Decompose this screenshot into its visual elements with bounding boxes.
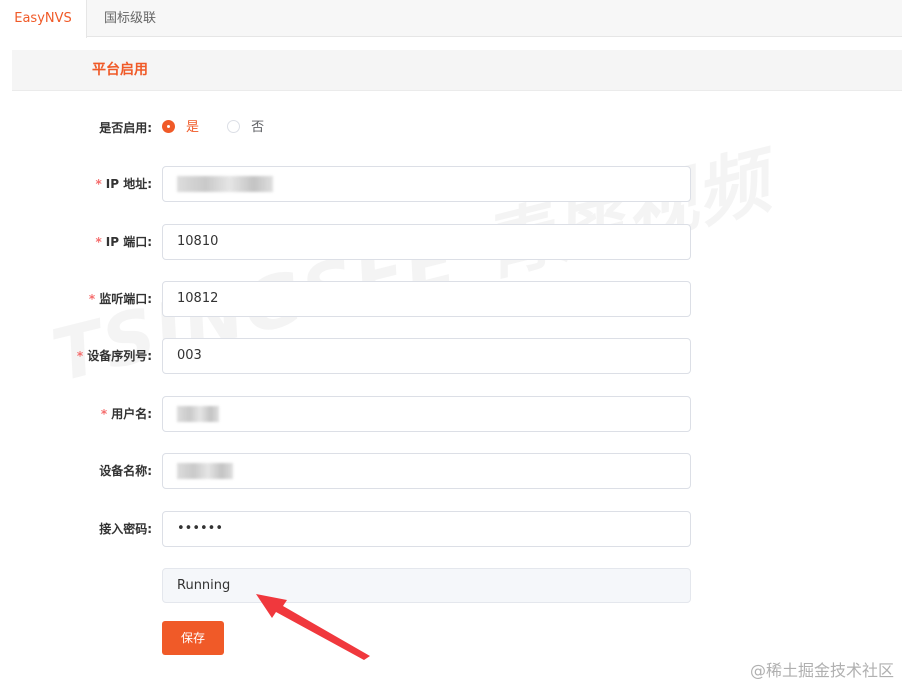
section-header: 平台启用: [12, 50, 902, 91]
radio-label-no: 否: [251, 120, 265, 135]
ip-port-input[interactable]: 10810: [162, 224, 691, 260]
listen-port-input[interactable]: 10812: [162, 281, 691, 317]
ip-address-input[interactable]: [162, 166, 691, 202]
ip-port-row: * IP 端口: 10810: [0, 224, 902, 260]
redacted-value: [177, 405, 219, 422]
device-name-row: 设备名称:: [0, 453, 902, 489]
section-title: 平台启用: [92, 62, 148, 78]
tab-easynvs[interactable]: EasyNVS: [0, 0, 87, 38]
listen-port-label: * 监听端口:: [88, 292, 152, 306]
username-row: * 用户名:: [0, 396, 902, 432]
enabled-radio-yes[interactable]: 是: [162, 110, 199, 146]
save-button[interactable]: 保存: [162, 621, 224, 655]
ip-address-row: * IP 地址:: [0, 166, 902, 202]
redacted-value: [177, 175, 273, 192]
device-serial-input[interactable]: 003: [162, 338, 691, 374]
device-serial-row: * 设备序列号: 003: [0, 338, 902, 374]
listen-port-row: * 监听端口: 10812: [0, 281, 902, 317]
required-marker: *: [100, 407, 108, 421]
tab-gb-cascade[interactable]: 国标级联: [88, 0, 172, 37]
enabled-radio-group: 是 否: [162, 110, 288, 146]
required-marker: *: [95, 177, 102, 191]
footer-credit: @稀土掘金技术社区: [749, 661, 894, 680]
tab-bar: EasyNVS 国标级联: [0, 0, 902, 38]
access-password-label: 接入密码:: [99, 522, 152, 536]
device-serial-label: * 设备序列号:: [76, 349, 152, 363]
enabled-row: 是否启用: 是 否: [0, 110, 902, 146]
required-marker: *: [88, 292, 96, 306]
radio-checked-icon[interactable]: [162, 120, 175, 133]
enabled-radio-no[interactable]: 否: [227, 110, 264, 146]
status-field: Running: [162, 568, 691, 603]
required-marker: *: [95, 235, 102, 249]
required-marker: *: [76, 349, 84, 363]
ip-port-label: * IP 端口:: [95, 235, 152, 249]
radio-label-yes: 是: [186, 120, 200, 135]
status-row: Running: [0, 568, 902, 604]
enabled-label: 是否启用:: [99, 121, 152, 135]
username-label: * 用户名:: [100, 407, 152, 421]
access-password-row: 接入密码: ••••••: [0, 511, 902, 547]
ip-address-label: * IP 地址:: [95, 177, 152, 191]
device-name-label: 设备名称:: [99, 464, 152, 478]
redacted-value: [177, 462, 233, 479]
access-password-input[interactable]: ••••••: [162, 511, 691, 547]
device-name-input[interactable]: [162, 453, 691, 489]
username-input[interactable]: [162, 396, 691, 432]
radio-unchecked-icon[interactable]: [227, 120, 241, 133]
